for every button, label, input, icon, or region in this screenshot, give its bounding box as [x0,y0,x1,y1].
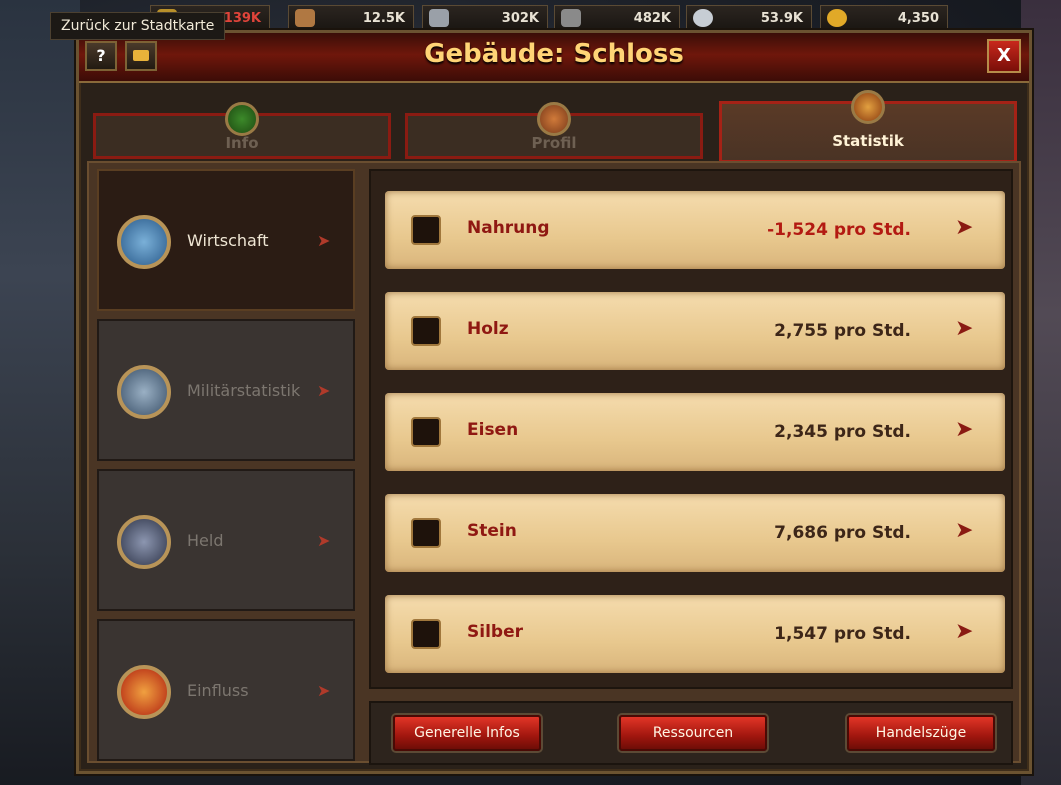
close-button[interactable]: X [987,39,1021,73]
silver-icon [693,9,713,27]
chevron-right-icon: ➤ [317,681,331,700]
tab-statistik[interactable]: Statistik [719,90,1017,163]
nav-militaerstatistik[interactable]: Militärstatistik ➤ [97,319,355,461]
iron-icon [429,9,449,27]
list-item-nahrung[interactable]: Nahrung -1,524 pro Std. ➤ [385,191,1005,269]
resource-wood[interactable]: 12.5K [288,5,414,31]
window-title: Gebäude: Schloss [424,39,684,69]
wheat-icon [411,215,441,245]
list-item-silber[interactable]: Silber 1,547 pro Std. ➤ [385,595,1005,673]
title-bar: ? Gebäude: Schloss X [79,33,1029,83]
chevron-right-icon: ➤ [317,531,331,550]
nav-einfluss[interactable]: Einfluss ➤ [97,619,355,761]
tab-info[interactable]: Info [93,102,391,159]
list-item-stein[interactable]: Stein 7,686 pro Std. ➤ [385,494,1005,572]
military-icon [117,365,171,419]
silver-icon [411,619,441,649]
info-icon [225,102,259,136]
resource-bar: 139K 12.5K 302K 482K 53.9K 4,350 [150,5,950,31]
chevron-right-icon[interactable]: ➤ [955,417,981,447]
economy-icon [117,215,171,269]
nav-held[interactable]: Held ➤ [97,469,355,611]
list-item-holz[interactable]: Holz 2,755 pro Std. ➤ [385,292,1005,370]
statistics-icon [851,90,885,124]
influence-icon [117,665,171,719]
trade-routes-button[interactable]: Handelszüge [847,715,995,751]
resource-statistics-list: Nahrung -1,524 pro Std. ➤ Holz 2,755 pro… [369,169,1013,689]
resources-button[interactable]: Ressourcen [619,715,767,751]
chevron-right-icon[interactable]: ➤ [955,316,981,346]
general-info-button[interactable]: Generelle Infos [393,715,541,751]
chevron-right-icon: ➤ [317,381,331,400]
bottom-button-bar: Generelle Infos Ressourcen Handelszüge [369,701,1013,765]
background-city-left [0,0,80,785]
building-window: ? Gebäude: Schloss X Info Profil Statist… [76,30,1032,774]
wood-icon [295,9,315,27]
tab-profil[interactable]: Profil [405,102,703,159]
resource-iron[interactable]: 302K [422,5,548,31]
list-item-eisen[interactable]: Eisen 2,345 pro Std. ➤ [385,393,1005,471]
chevron-right-icon[interactable]: ➤ [955,518,981,548]
stone-icon [411,518,441,548]
chevron-right-icon[interactable]: ➤ [955,215,981,245]
resource-stone[interactable]: 482K [554,5,680,31]
resource-gold[interactable]: 4,350 [820,5,948,31]
hero-icon [117,515,171,569]
back-to-city-tooltip: Zurück zur Stadtkarte [50,12,226,40]
nav-wirtschaft[interactable]: Wirtschaft ➤ [97,169,355,311]
content-area: Wirtschaft ➤ Militärstatistik ➤ Held ➤ E… [87,161,1021,765]
iron-icon [411,417,441,447]
resource-silver[interactable]: 53.9K [686,5,812,31]
gold-icon [827,9,847,27]
chevron-right-icon: ➤ [317,231,331,250]
stone-icon [561,9,581,27]
profile-icon [537,102,571,136]
wood-icon [411,316,441,346]
chevron-right-icon[interactable]: ➤ [955,619,981,649]
